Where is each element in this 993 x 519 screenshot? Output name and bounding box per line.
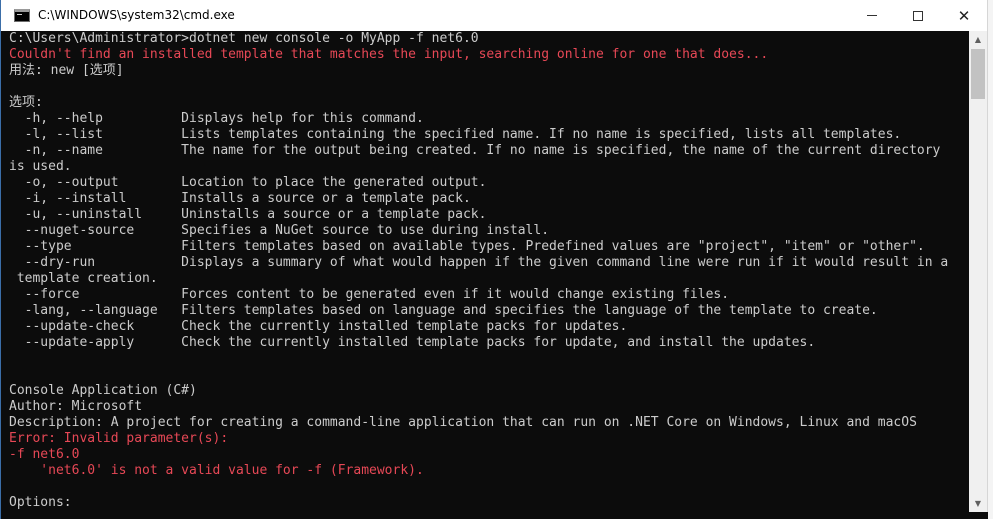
- console-line: Console Application (C#): [9, 383, 197, 398]
- scroll-down-arrow-icon[interactable]: ▼: [969, 495, 987, 512]
- console-line: Options:: [9, 495, 72, 510]
- console-line: --update-check Check the currently insta…: [9, 319, 628, 334]
- minimize-icon: [867, 15, 877, 16]
- cmd-window: C:\WINDOWS\system32\cmd.exe ✕ C:\Users\A…: [0, 0, 988, 519]
- scrollbar-thumb[interactable]: [971, 49, 985, 99]
- console-line: -l, --list Lists templates containing th…: [9, 127, 902, 142]
- window-bottom-edge: [1, 512, 988, 519]
- console-line: Error: Invalid parameter(s):: [9, 431, 229, 446]
- console-line: -o, --output Location to place the gener…: [9, 175, 487, 190]
- close-icon: ✕: [957, 6, 971, 25]
- console-line: -i, --install Installs a source or a tem…: [9, 191, 471, 206]
- maximize-button[interactable]: [895, 0, 941, 31]
- window-title: C:\WINDOWS\system32\cmd.exe: [38, 8, 235, 22]
- console-line: -h, --help Displays help for this comman…: [9, 111, 424, 126]
- vertical-scrollbar[interactable]: ▲ ▼: [969, 31, 987, 512]
- close-button[interactable]: ✕: [941, 0, 987, 31]
- scroll-up-arrow-icon[interactable]: ▲: [969, 31, 987, 48]
- console-line: --update-apply Check the currently insta…: [9, 335, 816, 350]
- console-line: C:\Users\Administrator>dotnet new consol…: [9, 31, 479, 46]
- console-line: is used.: [9, 159, 72, 174]
- console-line: 选项:: [9, 95, 43, 110]
- console-line: --type Filters templates based on availa…: [9, 239, 925, 254]
- minimize-button[interactable]: [849, 0, 895, 31]
- console-line: Couldn't find an installed template that…: [9, 47, 769, 62]
- console-line: --force Forces content to be generated e…: [9, 287, 730, 302]
- console-output[interactable]: C:\Users\Administrator>dotnet new consol…: [9, 31, 969, 512]
- console-line: -lang, --language Filters templates base…: [9, 303, 878, 318]
- console-line: --dry-run Displays a summary of what wou…: [9, 255, 949, 270]
- console-line: -f net6.0: [9, 447, 80, 462]
- console-line: Description: A project for creating a co…: [9, 415, 917, 430]
- console-app-icon[interactable]: [14, 9, 30, 22]
- console-line: --nuget-source Specifies a NuGet source …: [9, 223, 550, 238]
- title-bar[interactable]: C:\WINDOWS\system32\cmd.exe ✕: [1, 0, 987, 31]
- desktop-background: [987, 0, 993, 519]
- maximize-icon: [913, 10, 923, 21]
- console-line: 用法: new [选项]: [9, 63, 124, 78]
- console-line: 'net6.0' is not a valid value for -f (Fr…: [9, 463, 424, 478]
- console-line: -u, --uninstall Uninstalls a source or a…: [9, 207, 487, 222]
- console-line: -n, --name The name for the output being…: [9, 143, 941, 158]
- console-line: Author: Microsoft: [9, 399, 143, 414]
- console-line: template creation.: [9, 271, 158, 286]
